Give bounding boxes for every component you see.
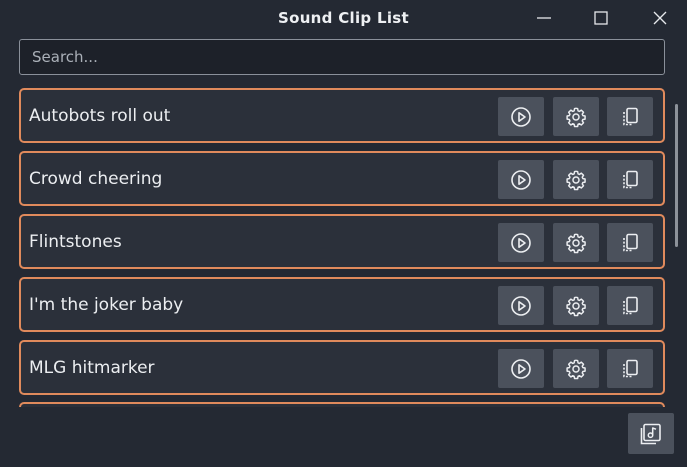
add-sound-button[interactable]	[628, 413, 674, 454]
clip-label: MLG hitmarker	[29, 357, 155, 378]
clip-row: Crowd cheering	[19, 151, 665, 206]
copy-icon	[623, 170, 638, 188]
copy-button[interactable]	[607, 223, 653, 262]
clip-label: I'm the joker baby	[29, 294, 184, 315]
clip-row: MLG hitmarker	[19, 340, 665, 395]
play-button[interactable]	[498, 349, 544, 388]
play-icon	[511, 232, 531, 253]
clip-list[interactable]: Autobots roll out Crowd cheering Flintst…	[0, 86, 687, 407]
gear-icon	[566, 233, 586, 253]
search-input[interactable]	[19, 39, 665, 75]
scrollbar[interactable]	[675, 104, 678, 247]
clip-label: Autobots roll out	[29, 105, 171, 126]
play-icon	[511, 358, 531, 379]
copy-button[interactable]	[607, 349, 653, 388]
clip-row: I'm the joker baby	[19, 277, 665, 332]
copy-icon	[623, 296, 638, 314]
clip-label: Flintstones	[29, 231, 122, 252]
maximize-icon	[594, 11, 608, 25]
gear-icon	[566, 359, 586, 379]
settings-button[interactable]	[553, 160, 599, 199]
play-button[interactable]	[498, 223, 544, 262]
title-bar[interactable]: Sound Clip List	[0, 0, 687, 38]
play-button[interactable]	[498, 97, 544, 136]
gear-icon	[566, 107, 586, 127]
copy-icon	[623, 233, 638, 251]
clip-row: Autobots roll out	[19, 88, 665, 143]
close-icon	[653, 11, 667, 25]
add-music-icon	[640, 423, 661, 444]
copy-button[interactable]	[607, 97, 653, 136]
settings-button[interactable]	[553, 349, 599, 388]
clip-row: Flintstones	[19, 214, 665, 269]
clip-label: Crowd cheering	[29, 168, 163, 189]
copy-button[interactable]	[607, 286, 653, 325]
copy-icon	[623, 107, 638, 125]
minimize-icon	[537, 17, 551, 19]
settings-button[interactable]	[553, 97, 599, 136]
copy-icon	[623, 359, 638, 377]
settings-button[interactable]	[553, 286, 599, 325]
play-icon	[511, 295, 531, 316]
clip-row	[19, 402, 665, 407]
settings-button[interactable]	[553, 223, 599, 262]
gear-icon	[566, 296, 586, 316]
play-button[interactable]	[498, 160, 544, 199]
minimize-button[interactable]	[524, 0, 564, 36]
play-icon	[511, 169, 531, 190]
gear-icon	[566, 170, 586, 190]
close-button[interactable]	[640, 0, 680, 36]
copy-button[interactable]	[607, 160, 653, 199]
play-icon	[511, 106, 531, 127]
play-button[interactable]	[498, 286, 544, 325]
maximize-button[interactable]	[581, 0, 621, 36]
